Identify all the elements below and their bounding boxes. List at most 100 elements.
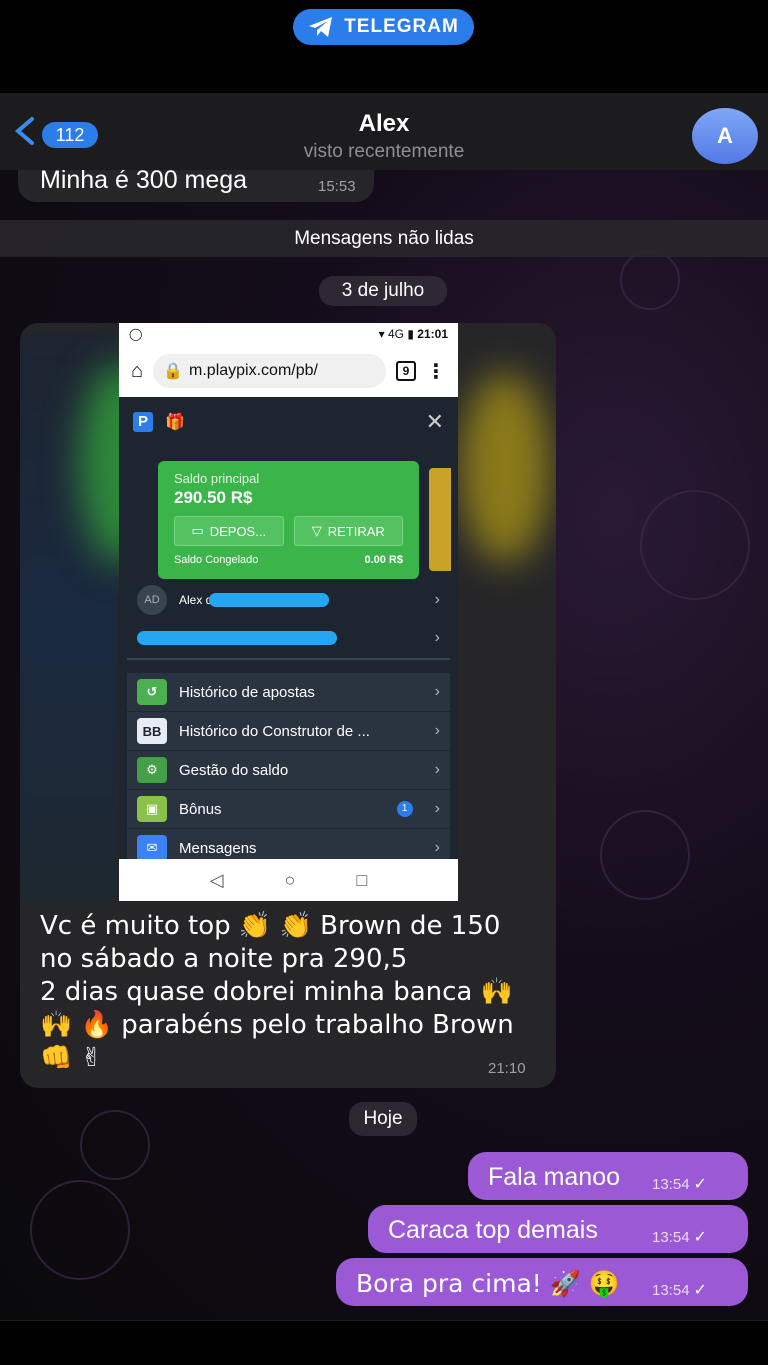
account-menu-item: ↺ Histórico de apostas › [127, 673, 450, 711]
message-time: 15:53 [318, 178, 356, 195]
doodle-background [620, 250, 680, 310]
contact-avatar[interactable]: A [692, 108, 758, 164]
redaction-scribble [209, 593, 329, 607]
site-topbar: P 🎁 ✕ [119, 397, 458, 447]
browser-bar: ⌂ 🔒 m.playpix.com/pb/ 9 ⋮ [119, 345, 458, 397]
account-menu-label: Mensagens [179, 839, 257, 857]
doodle-background [80, 1110, 150, 1180]
lock-icon: 🔒 [163, 363, 184, 380]
gift-icon: 🎁 [165, 414, 185, 431]
user-name: Alex d [179, 593, 213, 607]
playpix-logo-icon: P [133, 412, 153, 432]
unread-divider: Mensagens não lidas [0, 220, 768, 257]
message-text: Caraca top demais [388, 1216, 598, 1244]
message-time: 13:54 [652, 1229, 690, 1246]
chevron-right-icon: › [434, 629, 440, 646]
divider [127, 658, 450, 660]
read-check-icon: ✓ [693, 1229, 707, 1246]
incoming-message[interactable]: Minha é 300 mega 15:53 [18, 170, 374, 202]
outgoing-message[interactable]: Fala manoo 13:54 ✓ [468, 1152, 748, 1200]
telegram-label: TELEGRAM [344, 16, 459, 37]
outgoing-message[interactable]: Bora pra cima! 🚀 🤑 13:54 ✓ [336, 1258, 748, 1306]
caption-line: Vc é muito top 👏 👏 Brown de 150 [40, 911, 501, 941]
nav-home-icon: ○ [284, 869, 296, 890]
frozen-label: Saldo Congelado [174, 554, 259, 566]
bottom-bar [0, 1320, 768, 1365]
chevron-right-icon: › [434, 722, 440, 739]
user-row: AD Alex d › [119, 581, 458, 619]
caption-line: no sábado a noite pra 290,5 [40, 944, 408, 974]
signal-icon: ▾ [378, 327, 388, 341]
message-text: Bora pra cima! 🚀 🤑 [356, 1269, 620, 1298]
phone-clock: 21:01 [417, 327, 448, 341]
chevron-right-icon: › [434, 800, 440, 817]
network-label: 4G [387, 327, 404, 341]
contact-name[interactable]: Alex [0, 110, 768, 138]
read-check-icon: ✓ [693, 1282, 707, 1299]
caption-line: 👊 ✌ [40, 1043, 103, 1073]
bonus-count-badge: 1 [396, 801, 413, 817]
close-icon: ✕ [425, 409, 444, 434]
redaction-scribble [137, 631, 337, 645]
withdraw-button: ▽ RETIRAR [293, 516, 403, 546]
outgoing-message[interactable]: Caraca top demais 13:54 ✓ [368, 1205, 748, 1253]
phone-status-bar: ◯ ▾ 4G ▮ 21:01 [119, 323, 458, 345]
nav-back-icon: ◁ [209, 869, 224, 890]
message-text: Minha é 300 mega [40, 170, 248, 194]
home-icon: ⌂ [131, 359, 144, 382]
whatsapp-icon: ◯ [129, 327, 143, 341]
bet-builder-icon: BB [137, 718, 167, 744]
url-box: 🔒 m.playpix.com/pb/ [153, 354, 386, 388]
chevron-right-icon: › [434, 591, 440, 608]
balance-card: Saldo principal 290.50 R$ ▭ DEPOS... ▽ RET… [158, 461, 419, 579]
chat-area[interactable]: Minha é 300 mega 15:53 Mensagens não lid… [0, 170, 768, 1320]
history-icon: ↺ [137, 679, 167, 705]
doodle-background [30, 1180, 130, 1280]
date-separator: 3 de julho [319, 276, 447, 306]
battery-icon: ▮ [407, 327, 414, 341]
account-menu-label: Histórico do Construtor de ... [179, 722, 370, 740]
message-time: 13:54 [652, 1176, 690, 1193]
frozen-value: 0.00 R$ [364, 554, 403, 566]
account-menu-item: ⚙ Gestão do saldo › [127, 751, 450, 789]
doodle-background [600, 810, 690, 900]
telegram-badge: TELEGRAM [293, 9, 474, 45]
date-separator-today: Hoje [349, 1102, 417, 1136]
photo-blur-edge [460, 373, 550, 563]
contact-status: visto recentemente [303, 141, 465, 162]
wallet-icon: ▭ [191, 523, 204, 538]
url-text: m.playpix.com/pb/ [189, 362, 318, 379]
withdraw-icon: ▽ [311, 523, 322, 538]
chat-header: 112 Alex visto recentemente A [0, 93, 768, 170]
balance-value: 290.50 R$ [174, 488, 253, 507]
wallet-gear-icon: ⚙ [137, 757, 167, 783]
bonus-icon: ▣ [137, 796, 167, 822]
caption-line: 🙌 🔥 parabéns pelo trabalho Brown [40, 1010, 514, 1040]
message-text: Fala manoo [488, 1163, 621, 1191]
photo-screenshot[interactable]: ◯ ▾ 4G ▮ 21:01 ⌂ 🔒 m.playpix.com/pb/ 9 ⋮… [119, 323, 458, 901]
user-avatar: AD [137, 585, 167, 615]
balance-label: Saldo principal [174, 471, 260, 486]
chevron-right-icon: › [434, 683, 440, 700]
account-menu-item: ▣ Bônus 1 › [127, 790, 450, 828]
telegram-icon [309, 17, 333, 37]
account-menu: ↺ Histórico de apostas › BB Histórico do Con… [127, 673, 450, 868]
tabs-count: 9 [396, 361, 416, 381]
side-card [429, 468, 451, 571]
mail-icon: ✉ [137, 835, 167, 861]
read-check-icon: ✓ [693, 1176, 707, 1193]
account-menu-label: Gestão do saldo [179, 761, 289, 779]
withdraw-label: RETIRAR [327, 523, 385, 539]
more-icon: ⋮ [426, 360, 446, 383]
caption-line: 2 dias quase dobrei minha banca 🙌 [40, 977, 514, 1007]
account-menu-label: Histórico de apostas [179, 683, 315, 701]
android-nav-bar: ◁ ○ □ [119, 859, 458, 901]
account-menu-label: Bônus [179, 800, 222, 818]
nav-recents-icon: □ [356, 869, 368, 890]
deposit-button: ▭ DEPOS... [174, 516, 284, 546]
doodle-background [640, 490, 750, 600]
account-menu-item: BB Histórico do Construtor de ... › [127, 712, 450, 750]
chevron-right-icon: › [434, 761, 440, 778]
photo-caption: Vc é muito top 👏 👏 Brown de 150 no sábado… [40, 910, 540, 1075]
user-id-row: › [119, 619, 458, 657]
